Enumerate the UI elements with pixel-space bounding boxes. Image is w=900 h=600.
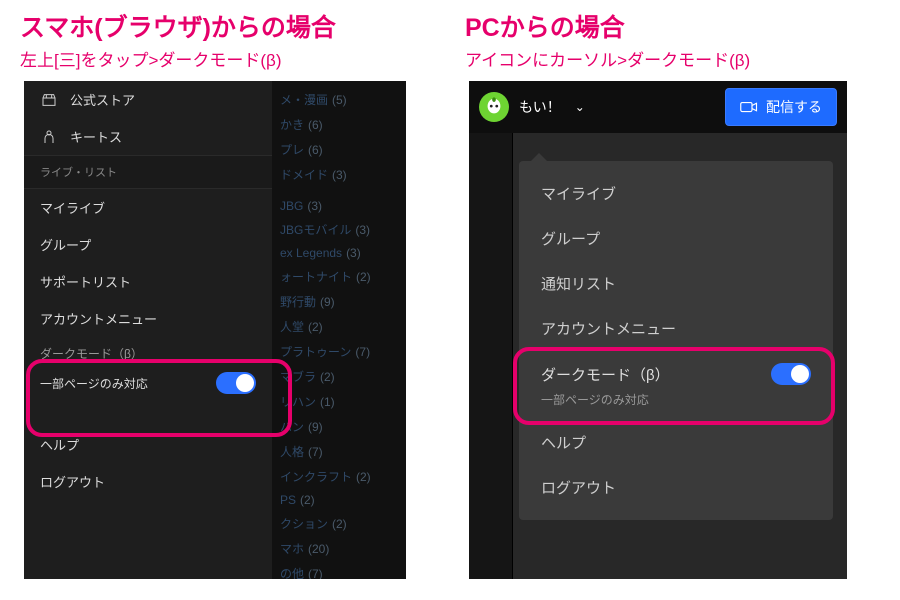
sidebar-item-label: ヘルプ <box>40 435 79 454</box>
pc-dropdown-menu: マイライブ グループ 通知リスト アカウントメニュー ダークモード（β） 一部ペ… <box>519 161 833 520</box>
dark-mode-toggle[interactable] <box>216 372 256 394</box>
sidebar-item-logout[interactable]: ログアウト <box>24 463 272 500</box>
bg-category-item[interactable]: マブラ(2) <box>272 364 406 389</box>
bg-category-item[interactable] <box>272 187 406 195</box>
bg-category-item[interactable]: JBG(3) <box>272 195 406 217</box>
sidebar-item-label: ログアウト <box>40 472 105 491</box>
pc-subtitle: アイコンにカーソル>ダークモード(β) <box>465 46 865 71</box>
sidebar-item-label: サポートリスト <box>40 272 131 291</box>
bg-category-item[interactable]: JBGモバイル(3) <box>272 217 406 242</box>
bg-category-item[interactable]: ドメイド(3) <box>272 162 406 187</box>
store-icon <box>40 91 58 109</box>
pc-dark-mode-sub: 一部ページのみ対応 <box>541 391 811 408</box>
bg-category-item[interactable]: インクラフト(2) <box>272 464 406 489</box>
bg-category-item[interactable]: PS(2) <box>272 489 406 511</box>
bg-category-item[interactable]: プラトゥーン(7) <box>272 339 406 364</box>
bg-category-item[interactable]: マホ(20) <box>272 536 406 561</box>
sidebar-item-label: アカウントメニュー <box>40 309 157 328</box>
broadcast-label: 配信する <box>766 97 822 117</box>
bg-category-item[interactable]: かき(6) <box>272 112 406 137</box>
bg-category-item[interactable]: 人格(7) <box>272 439 406 464</box>
menu-item-group[interactable]: グループ <box>519 216 833 261</box>
bg-category-item[interactable]: ハン(9) <box>272 414 406 439</box>
broadcast-button[interactable]: 配信する <box>725 88 837 126</box>
pc-dark-mode-toggle[interactable] <box>771 363 811 385</box>
dark-mode-label: ダークモード（β） <box>40 345 256 362</box>
sidebar-item-label: キートス <box>70 127 122 146</box>
sidebar-item-group[interactable]: グループ <box>24 226 272 263</box>
mobile-sidebar: 公式ストア キートス ライブ・リスト マイライブ グループ サポートリスト アカ… <box>24 81 272 579</box>
sidebar-item-account[interactable]: アカウントメニュー <box>24 300 272 337</box>
pc-dark-mode-label: ダークモード（β） <box>541 364 670 385</box>
mobile-subtitle: 左上[三]をタップ>ダークモード(β) <box>20 46 440 71</box>
bg-category-item[interactable]: メ・漫画(5) <box>272 87 406 112</box>
gift-icon <box>40 128 58 146</box>
menu-item-mylive[interactable]: マイライブ <box>519 171 833 216</box>
menu-arrow-icon <box>531 153 547 161</box>
sidebar-item-label: マイライブ <box>40 198 105 217</box>
camera-icon <box>740 100 758 114</box>
sidebar-item-kiitos[interactable]: キートス <box>24 118 272 155</box>
bg-category-item[interactable]: ex Legends(3) <box>272 242 406 264</box>
pc-topbar: もい！ ⌄ 配信する <box>469 81 847 133</box>
bg-category-item[interactable]: リハン(1) <box>272 389 406 414</box>
mobile-title: スマホ(ブラウザ)からの場合 <box>20 8 440 44</box>
pc-screenshot: もい！ ⌄ 配信する マイライブ グループ 通知リスト アカウントメニュー ダー… <box>469 81 847 579</box>
sidebar-item-supportlist[interactable]: サポートリスト <box>24 263 272 300</box>
bg-category-item[interactable]: プレ(6) <box>272 137 406 162</box>
bg-category-item[interactable]: の他(7) <box>272 561 406 579</box>
menu-item-notify[interactable]: 通知リスト <box>519 261 833 306</box>
pc-title: PCからの場合 <box>465 8 865 44</box>
sidebar-item-label: 公式ストア <box>70 90 135 109</box>
bg-category-item[interactable]: 人堂(2) <box>272 314 406 339</box>
dark-mode-block: ダークモード（β） 一部ページのみ対応 <box>24 337 272 406</box>
chevron-down-icon[interactable]: ⌄ <box>575 100 585 114</box>
sidebar-item-store[interactable]: 公式ストア <box>24 81 272 118</box>
menu-item-logout[interactable]: ログアウト <box>519 465 833 510</box>
bg-category-item[interactable]: 野行動(9) <box>272 289 406 314</box>
menu-item-account[interactable]: アカウントメニュー <box>519 306 833 351</box>
avatar-name[interactable]: もい！ <box>519 97 561 117</box>
avatar[interactable] <box>479 92 509 122</box>
sidebar-item-label: グループ <box>40 235 91 254</box>
bg-category-item[interactable]: クション(2) <box>272 511 406 536</box>
background-category-list: メ・漫画(5)かき(6)プレ(6)ドメイド(3) JBG(3)JBGモバイル(3)… <box>272 81 406 579</box>
mobile-screenshot: メ・漫画(5)かき(6)プレ(6)ドメイド(3) JBG(3)JBGモバイル(3)… <box>24 81 406 579</box>
sidebar-item-help[interactable]: ヘルプ <box>24 426 272 463</box>
sidebar-item-mylive[interactable]: マイライブ <box>24 189 272 226</box>
menu-item-help[interactable]: ヘルプ <box>519 420 833 465</box>
pc-dark-mode-block: ダークモード（β） 一部ページのみ対応 <box>519 351 833 420</box>
pc-left-strip <box>469 133 513 579</box>
bg-category-item[interactable]: ォートナイト(2) <box>272 264 406 289</box>
dark-mode-sub: 一部ページのみ対応 <box>40 375 148 392</box>
sidebar-section-label: ライブ・リスト <box>24 155 272 189</box>
